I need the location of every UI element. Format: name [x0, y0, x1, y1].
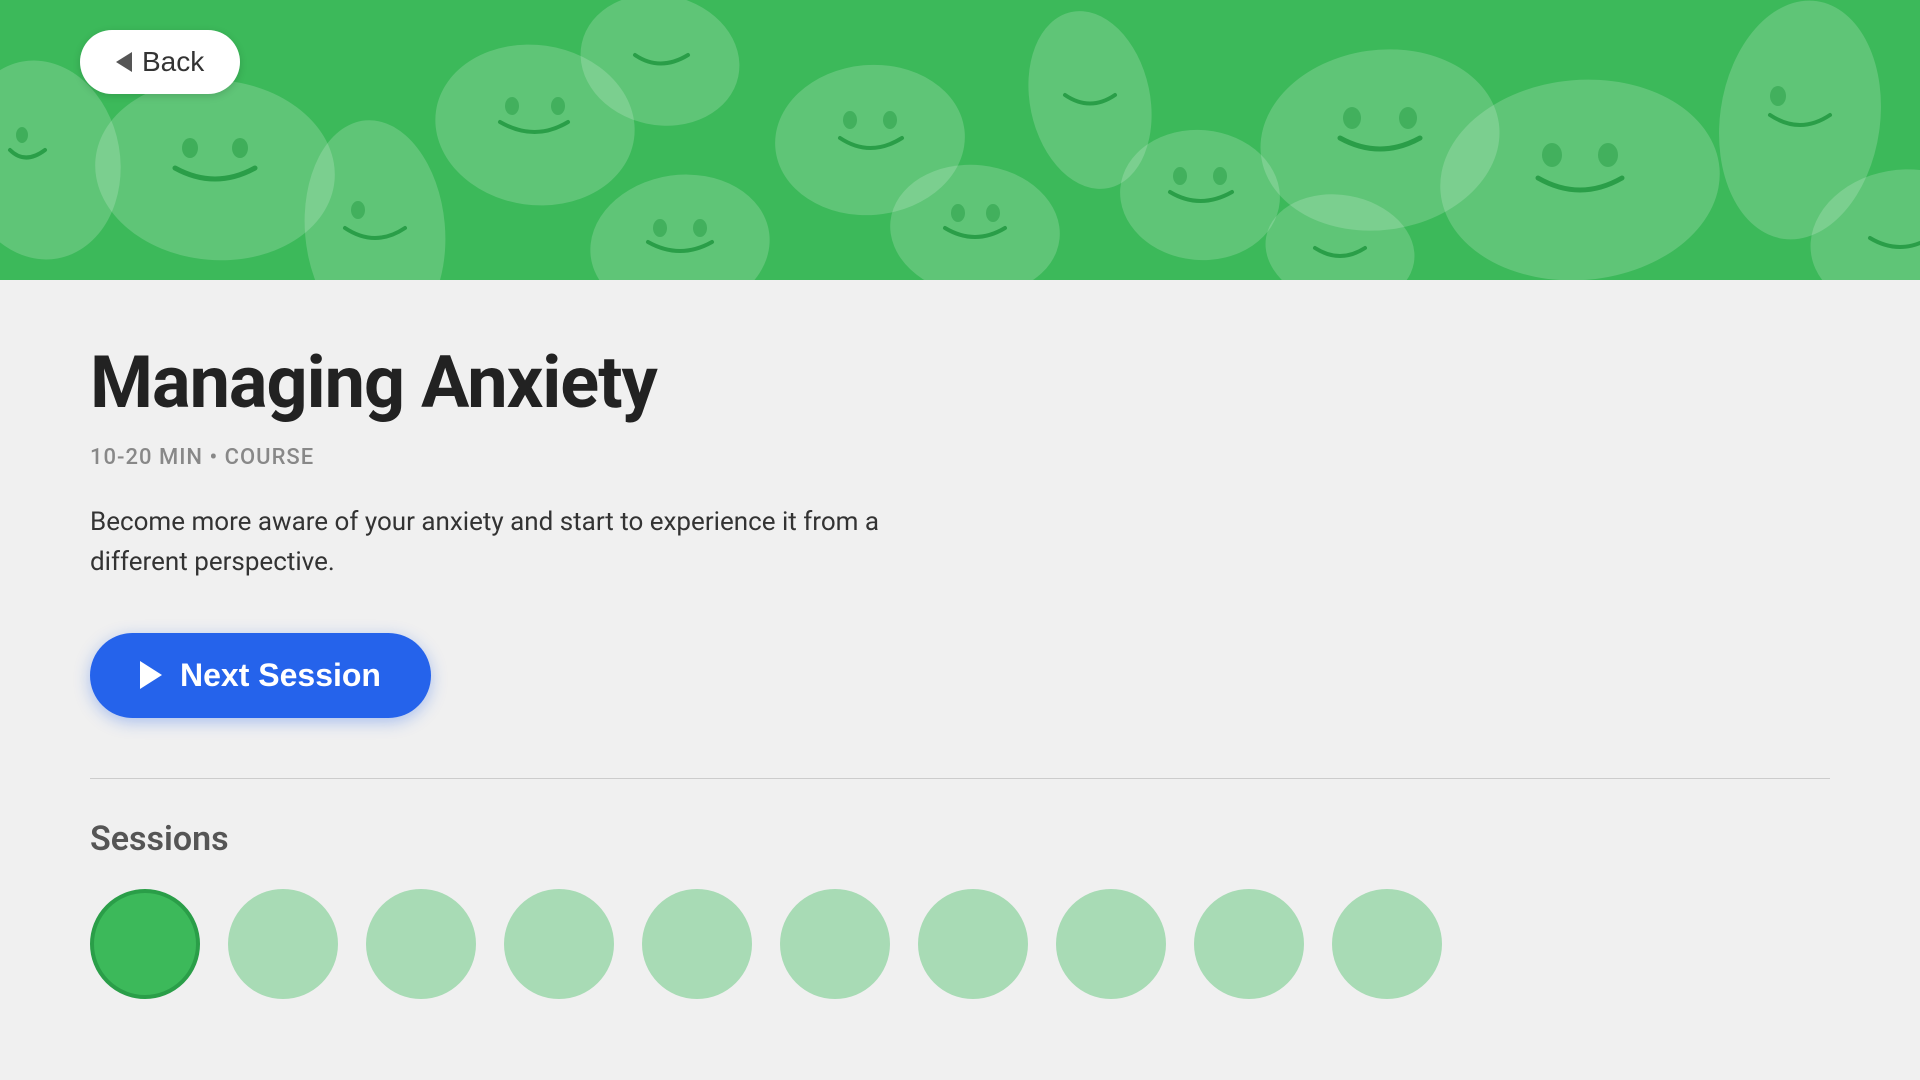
session-circle-5[interactable] [642, 889, 752, 999]
back-button[interactable]: Back [80, 30, 240, 94]
session-circle-9[interactable] [1194, 889, 1304, 999]
main-content: Managing Anxiety 10-20 MIN • COURSE Beco… [0, 280, 1920, 1059]
sessions-section: Sessions [90, 819, 1830, 999]
course-description: Become more aware of your anxiety and st… [90, 502, 890, 583]
next-session-button[interactable]: Next Session [90, 633, 431, 718]
play-icon [140, 661, 162, 689]
session-circle-4[interactable] [504, 889, 614, 999]
session-circle-3[interactable] [366, 889, 476, 999]
content-divider [90, 778, 1830, 779]
sessions-section-title: Sessions [90, 819, 1830, 859]
back-button-label: Back [142, 46, 204, 78]
back-arrow-icon [116, 52, 132, 72]
hero-banner: Back [0, 0, 1920, 280]
decorative-blobs [0, 0, 1920, 280]
session-circle-8[interactable] [1056, 889, 1166, 999]
sessions-row [90, 889, 1830, 999]
session-circle-7[interactable] [918, 889, 1028, 999]
session-circle-10[interactable] [1332, 889, 1442, 999]
next-session-label: Next Session [180, 657, 381, 694]
session-circle-6[interactable] [780, 889, 890, 999]
session-circle-1[interactable] [90, 889, 200, 999]
session-circle-2[interactable] [228, 889, 338, 999]
course-meta: 10-20 MIN • COURSE [90, 445, 1830, 470]
course-title: Managing Anxiety [90, 340, 1830, 425]
